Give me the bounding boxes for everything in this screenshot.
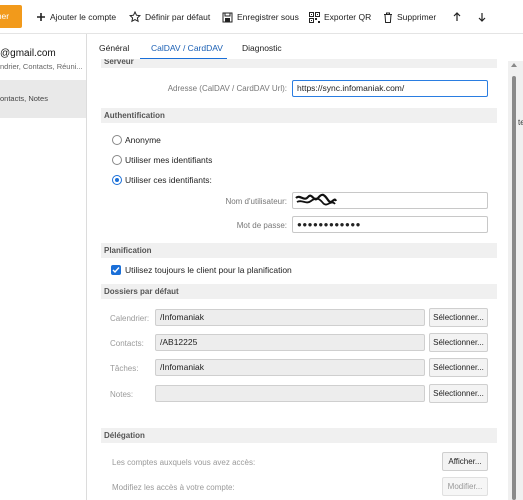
tasks-label: Tâches:	[110, 364, 139, 373]
radio-label: Utiliser ces identifiants:	[125, 175, 212, 185]
checkbox-checked[interactable]	[111, 265, 121, 275]
qr-code-icon	[309, 11, 320, 23]
password-label: Mot de passe:	[236, 221, 287, 230]
username-label: Nom d'utilisateur:	[225, 197, 287, 206]
star-icon	[129, 11, 141, 23]
delete-label: Supprimer	[397, 12, 437, 22]
tab-general[interactable]: Général	[99, 43, 129, 53]
set-default-button[interactable]: Définir par défaut	[129, 9, 210, 25]
select-tasks-button[interactable]: Sélectionner...	[429, 358, 488, 377]
radio-these-credentials[interactable]: Utiliser ces identifiants:	[112, 174, 212, 186]
set-default-label: Définir par défaut	[145, 12, 211, 22]
radio-button[interactable]	[112, 135, 122, 145]
radio-button-checked[interactable]	[112, 175, 122, 185]
save-icon	[222, 12, 233, 22]
delete-button[interactable]: Supprimer	[383, 9, 436, 25]
contacts-label: Contacts:	[110, 339, 144, 348]
account-services: ndrier, Contacts, Réuni...	[0, 62, 83, 71]
section-folders-header: Dossiers par défaut	[101, 284, 497, 299]
server-address-label: Adresse (CalDAV / CardDAV Url):	[167, 84, 287, 93]
toolbar: rner Ajouter le compte Définir par défau…	[0, 0, 523, 34]
section-delegation-header: Délégation	[101, 428, 497, 443]
radio-my-credentials[interactable]: Utiliser mes identifiants	[112, 154, 212, 166]
move-down-button[interactable]	[478, 9, 486, 25]
section-planning-header: Planification	[101, 243, 497, 258]
calendar-folder-field: /Infomaniak	[155, 309, 425, 326]
checkbox-label: Utilisez toujours le client pour la plan…	[125, 265, 292, 275]
scrollbar-thumb[interactable]	[512, 76, 516, 500]
select-calendar-button[interactable]: Sélectionner...	[429, 308, 488, 327]
tab-caldav-carddav[interactable]: CalDAV / CardDAV	[151, 43, 223, 53]
add-account-label: Ajouter le compte	[50, 12, 117, 22]
radio-label: Anonyme	[125, 135, 161, 145]
account-item-gmail[interactable]: @gmail.com ndrier, Contacts, Réuni...	[0, 48, 83, 71]
radio-button[interactable]	[112, 155, 122, 165]
modify-access-label: Modifiez les accès à votre compte:	[112, 483, 235, 492]
add-account-button[interactable]: Ajouter le compte	[36, 9, 116, 25]
always-use-client-checkbox-row[interactable]: Utilisez toujours le client pour la plan…	[111, 265, 292, 275]
settings-tabs: Général CalDAV / CardDAV Diagnostic	[87, 34, 523, 61]
tab-diagnostic[interactable]: Diagnostic	[242, 43, 282, 53]
show-delegations-button[interactable]: Afficher...	[442, 452, 488, 471]
notes-folder-field	[155, 385, 425, 402]
radio-anonymous[interactable]: Anonyme	[112, 134, 161, 146]
password-input[interactable]: ●●●●●●●●●●●●	[292, 216, 488, 233]
select-notes-button[interactable]: Sélectionner...	[429, 384, 488, 403]
export-qr-button[interactable]: Exporter QR	[309, 9, 371, 25]
account-email: @gmail.com	[0, 48, 56, 59]
modify-access-button[interactable]: Modifier...	[442, 477, 488, 496]
primary-action-label: rner	[0, 11, 10, 21]
tasks-folder-field: /Infomaniak	[155, 359, 425, 376]
accessible-accounts-label: Les comptes auxquels vous avez accès:	[112, 458, 256, 467]
checkmark-icon	[112, 267, 120, 274]
scroll-up-arrow-icon[interactable]	[511, 63, 517, 67]
contacts-folder-field: /AB12225	[155, 334, 425, 351]
export-qr-label: Exporter QR	[324, 12, 372, 22]
trash-icon	[384, 12, 392, 23]
account-item-selected[interactable]: ontacts, Notes	[0, 80, 86, 118]
plus-icon	[37, 13, 45, 21]
save-as-button[interactable]: Enregistrer sous	[222, 9, 299, 25]
select-contacts-button[interactable]: Sélectionner...	[429, 333, 488, 352]
accounts-list: @gmail.com ndrier, Contacts, Réuni... on…	[0, 34, 87, 500]
arrow-down-icon	[478, 13, 486, 22]
account-services: ontacts, Notes	[0, 94, 48, 103]
redacted-username-scribble	[295, 193, 338, 206]
radio-label: Utiliser mes identifiants	[125, 155, 213, 165]
section-serveur-header: Serveur	[101, 59, 497, 68]
edge-label: te	[518, 118, 523, 127]
arrow-up-icon	[453, 12, 461, 21]
notes-label: Notes:	[110, 390, 134, 399]
server-address-input[interactable]: https://sync.infomaniak.com/	[292, 80, 488, 97]
calendar-label: Calendrier:	[110, 314, 150, 323]
primary-action-button[interactable]: rner	[0, 5, 22, 28]
section-auth-header: Authentification	[101, 108, 497, 123]
move-up-button[interactable]	[453, 9, 461, 25]
save-as-label: Enregistrer sous	[237, 12, 299, 22]
